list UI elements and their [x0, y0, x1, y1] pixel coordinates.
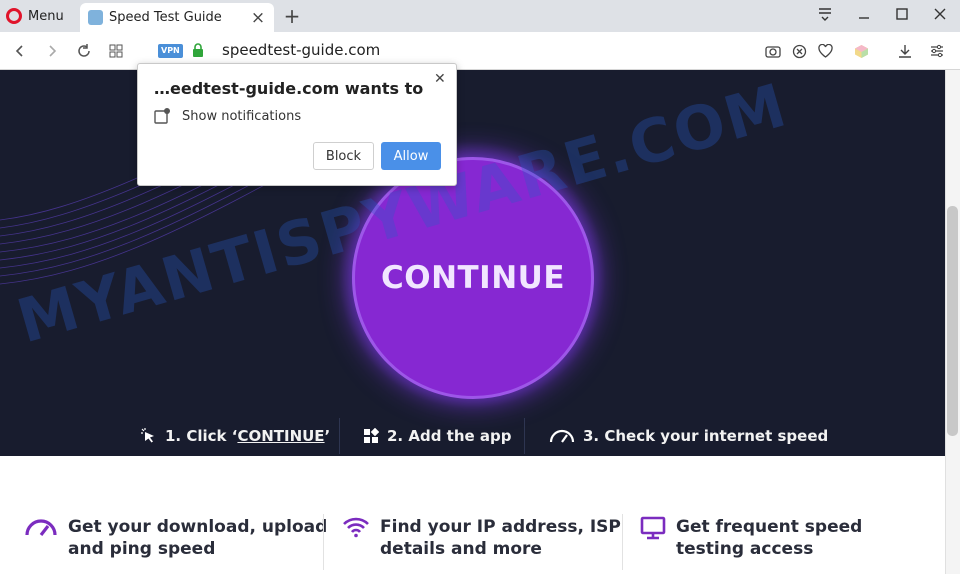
- step1-suffix: ’: [324, 427, 331, 445]
- popup-close-icon[interactable]: ✕: [434, 71, 446, 87]
- feature-divider: [622, 514, 623, 570]
- opera-logo-icon: [6, 8, 22, 24]
- minimize-icon[interactable]: [852, 6, 876, 26]
- step-divider: [524, 418, 525, 454]
- reload-icon[interactable]: [74, 41, 94, 61]
- step-divider: [339, 418, 340, 454]
- cursor-click-icon: [141, 427, 154, 442]
- feature-divider: [323, 514, 324, 570]
- notification-bell-icon: [154, 108, 170, 124]
- step-add-app: 2. Add the app: [363, 416, 512, 456]
- speed-dial-icon[interactable]: [106, 41, 126, 61]
- download-icon[interactable]: [896, 42, 914, 60]
- step3-label: 3. Check your internet speed: [583, 427, 829, 445]
- step2-label: 2. Add the app: [387, 427, 512, 445]
- lock-icon[interactable]: [192, 43, 204, 62]
- back-icon[interactable]: [10, 41, 30, 61]
- vpn-badge[interactable]: VPN: [158, 44, 183, 58]
- extension-cube-icon[interactable]: [852, 42, 870, 60]
- popup-title: …eedtest-guide.com wants to: [154, 79, 424, 98]
- continue-button[interactable]: CONTINUE: [352, 157, 594, 399]
- apps-grid-icon: [364, 428, 379, 443]
- feature-speed-line1: Get your download, upload: [68, 517, 328, 537]
- menu-label: Menu: [28, 8, 64, 24]
- step-click-continue: 1. Click ‘CONTINUE’: [140, 416, 330, 456]
- scrollbar-thumb[interactable]: [947, 206, 958, 436]
- new-tab-icon[interactable]: +: [282, 4, 302, 28]
- step1-continue-link[interactable]: CONTINUE: [237, 427, 324, 445]
- steps-bar: 1. Click ‘CONTINUE’ 2. Add the app 3. Ch…: [0, 416, 945, 456]
- step1-prefix: 1. Click ‘: [165, 427, 238, 445]
- tab-close-icon[interactable]: ×: [250, 8, 266, 28]
- opera-menu-button[interactable]: Menu: [6, 6, 64, 26]
- notification-permission-popup: …eedtest-guide.com wants to ✕ Show notif…: [137, 63, 457, 186]
- popup-permission-row: Show notifications: [154, 108, 301, 124]
- feature-frequent-line1: Get frequent speed: [676, 517, 863, 537]
- block-button[interactable]: Block: [313, 142, 374, 170]
- popup-permission-label: Show notifications: [182, 108, 302, 124]
- easy-setup-icon[interactable]: [928, 42, 946, 60]
- maximize-icon[interactable]: [890, 6, 914, 26]
- feature-speed-line2: and ping speed: [68, 539, 216, 559]
- wifi-icon: [343, 517, 369, 538]
- speedometer-icon: [25, 519, 57, 536]
- feature-ip-line1: Find your IP address, ISP: [380, 517, 621, 537]
- step-check-speed: 3. Check your internet speed: [549, 416, 828, 456]
- allow-button[interactable]: Allow: [381, 142, 441, 170]
- monitor-icon: [640, 516, 666, 540]
- heart-icon[interactable]: [816, 42, 834, 60]
- tab-menu-icon[interactable]: [813, 6, 837, 26]
- feature-ip-line2: details and more: [380, 539, 542, 559]
- forward-icon[interactable]: [42, 41, 62, 61]
- favicon-icon: [88, 10, 103, 25]
- url-field[interactable]: speedtest-guide.com: [222, 41, 380, 59]
- tab-speedtest[interactable]: Speed Test Guide ×: [80, 3, 274, 32]
- close-window-icon[interactable]: [928, 6, 952, 26]
- ad-blocker-icon[interactable]: [790, 42, 808, 60]
- feature-frequent: Get frequent speed testing access: [640, 516, 862, 560]
- feature-ip: Find your IP address, ISP details and mor…: [342, 516, 621, 560]
- tab-strip: Menu Speed Test Guide × +: [0, 0, 960, 32]
- feature-frequent-line2: testing access: [676, 539, 814, 559]
- snapshot-icon[interactable]: [764, 42, 782, 60]
- tab-title: Speed Test Guide: [109, 10, 222, 25]
- feature-speed: Get your download, upload and ping speed: [24, 516, 327, 560]
- features-section: Get your download, upload and ping speed …: [0, 456, 945, 574]
- speed-gauge-icon: [549, 429, 575, 443]
